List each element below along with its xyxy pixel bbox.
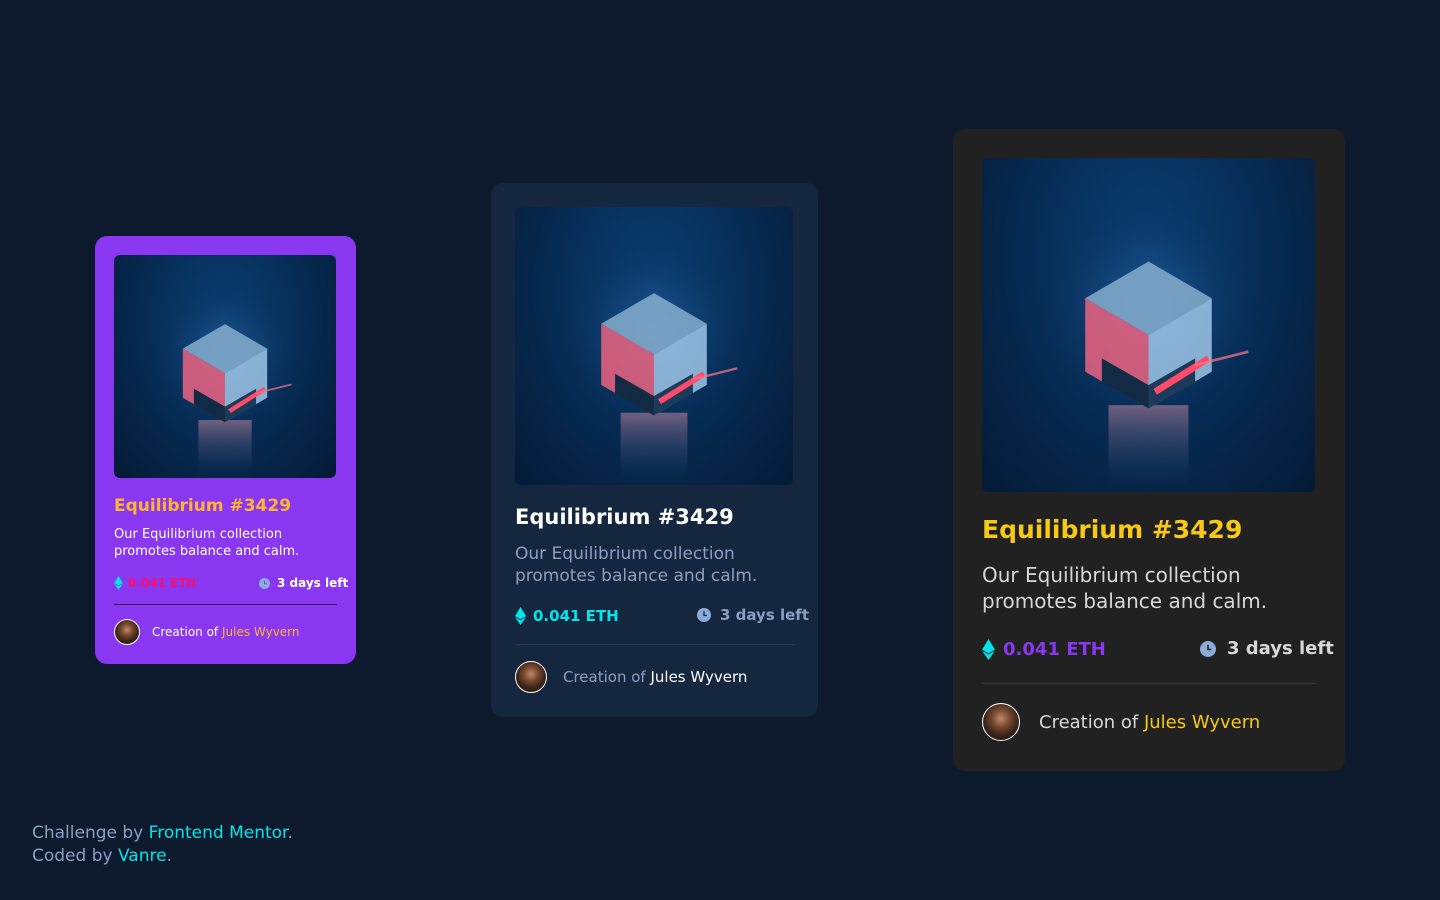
frontend-mentor-link[interactable]: Frontend Mentor bbox=[149, 823, 288, 843]
author-link[interactable]: Vanre bbox=[118, 846, 167, 866]
creator-name-link[interactable]: Jules Wyvern bbox=[650, 668, 747, 686]
time-remaining: 3 days left bbox=[259, 576, 348, 590]
ethereum-icon bbox=[982, 639, 995, 660]
coded-by-line: Coded by Vanre. bbox=[32, 845, 293, 868]
ethereum-icon bbox=[114, 576, 123, 590]
creation-prefix: Creation of bbox=[1039, 711, 1139, 733]
challenge-suffix: . bbox=[287, 823, 293, 843]
divider bbox=[982, 683, 1317, 684]
creator-name-link[interactable]: Jules Wyvern bbox=[1144, 712, 1260, 733]
clock-icon bbox=[1200, 640, 1216, 657]
challenge-prefix: Challenge by bbox=[32, 823, 144, 843]
creation-prefix: Creation of bbox=[563, 668, 646, 686]
divider bbox=[114, 604, 337, 605]
creation-prefix: Creation of bbox=[152, 625, 219, 639]
attribution: Challenge by Frontend Mentor. Coded by V… bbox=[32, 822, 293, 868]
nft-image[interactable] bbox=[982, 158, 1315, 492]
coded-prefix: Coded by bbox=[32, 846, 113, 866]
price: 0.041 ETH bbox=[982, 639, 1106, 660]
clock-icon bbox=[697, 608, 711, 622]
card-description: Our Equilibrium collection promotes bala… bbox=[515, 544, 758, 587]
nft-card-dark: Equilibrium #3429 Our Equilibrium collec… bbox=[953, 129, 1345, 771]
creator-info: Creation of Jules Wyvern bbox=[982, 703, 1260, 741]
card-title[interactable]: Equilibrium #3429 bbox=[982, 515, 1242, 544]
creator-info: Creation of Jules Wyvern bbox=[515, 661, 747, 693]
nft-card-purple: Equilibrium #3429 Our Equilibrium collec… bbox=[95, 236, 356, 664]
coded-suffix: . bbox=[166, 846, 172, 866]
price: 0.041 ETH bbox=[114, 576, 197, 590]
nft-card-default: Equilibrium #3429 Our Equilibrium collec… bbox=[491, 183, 818, 717]
clock-icon bbox=[259, 577, 270, 589]
price: 0.041 ETH bbox=[515, 607, 619, 625]
card-description: Our Equilibrium collection promotes bala… bbox=[982, 563, 1268, 613]
cube-image bbox=[982, 158, 1315, 492]
card-title[interactable]: Equilibrium #3429 bbox=[515, 505, 734, 529]
challenge-line: Challenge by Frontend Mentor. bbox=[32, 822, 293, 845]
cube-image bbox=[515, 207, 793, 485]
cube-image bbox=[114, 255, 336, 478]
price-value: 0.041 ETH bbox=[1003, 639, 1106, 660]
days-left-value: 3 days left bbox=[720, 606, 809, 624]
price-value: 0.041 ETH bbox=[128, 576, 197, 590]
time-remaining: 3 days left bbox=[1200, 638, 1334, 659]
divider bbox=[515, 644, 794, 645]
days-left-value: 3 days left bbox=[277, 576, 349, 590]
creator-info: Creation of Jules Wyvern bbox=[114, 619, 299, 645]
creator-name-link[interactable]: Jules Wyvern bbox=[222, 625, 300, 639]
card-description: Our Equilibrium collection promotes bala… bbox=[114, 527, 300, 559]
avatar bbox=[982, 703, 1020, 741]
price-value: 0.041 ETH bbox=[533, 607, 619, 625]
avatar bbox=[114, 619, 140, 645]
time-remaining: 3 days left bbox=[697, 606, 809, 624]
nft-image[interactable] bbox=[114, 255, 336, 478]
nft-image[interactable] bbox=[515, 207, 793, 485]
ethereum-icon bbox=[515, 607, 526, 625]
avatar bbox=[515, 661, 547, 693]
days-left-value: 3 days left bbox=[1227, 638, 1334, 659]
card-title[interactable]: Equilibrium #3429 bbox=[114, 496, 291, 516]
